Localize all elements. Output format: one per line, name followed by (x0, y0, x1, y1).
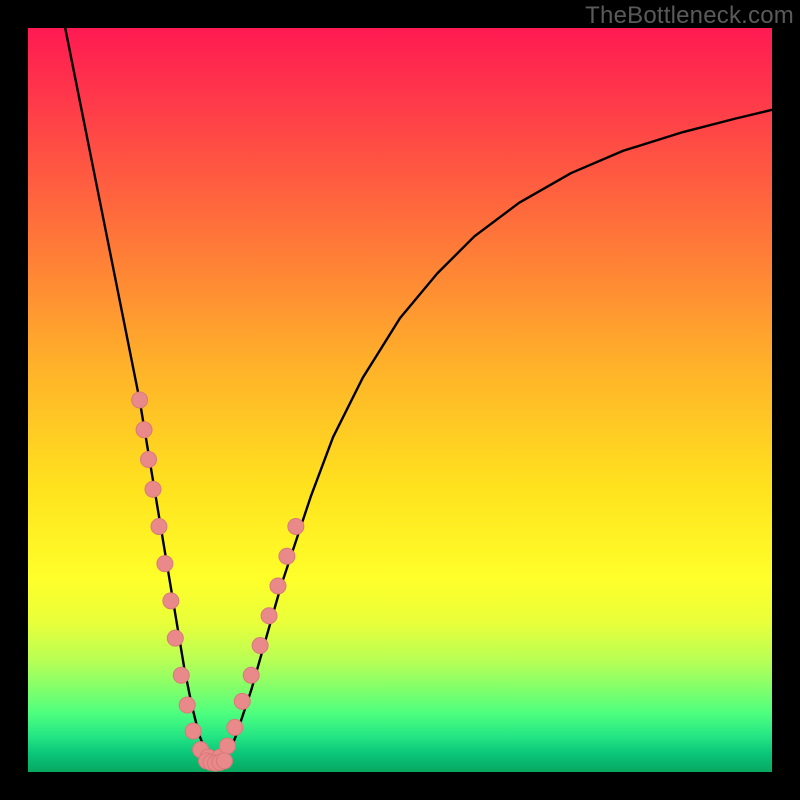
data-point (216, 753, 232, 769)
data-point (173, 667, 189, 683)
data-point (261, 608, 277, 624)
data-point (132, 392, 148, 408)
watermark-text: TheBottleneck.com (585, 2, 794, 30)
data-point (151, 518, 167, 534)
data-point (185, 723, 201, 739)
data-point (279, 548, 295, 564)
data-point (145, 481, 161, 497)
data-point (136, 422, 152, 438)
bottleneck-curve (65, 28, 772, 761)
data-point (288, 518, 304, 534)
data-point (270, 578, 286, 594)
data-point (234, 693, 250, 709)
plot-area (28, 28, 772, 772)
markers-left (132, 392, 216, 765)
data-point (243, 667, 259, 683)
data-point (219, 738, 235, 754)
chart-svg (28, 28, 772, 772)
data-point (163, 593, 179, 609)
chart-frame: TheBottleneck.com (0, 0, 800, 800)
data-point (167, 630, 183, 646)
data-point (179, 697, 195, 713)
markers-right (212, 518, 304, 765)
data-point (157, 556, 173, 572)
data-point (227, 719, 243, 735)
data-point (252, 638, 268, 654)
data-point (141, 452, 157, 468)
markers-bottom (199, 753, 233, 771)
